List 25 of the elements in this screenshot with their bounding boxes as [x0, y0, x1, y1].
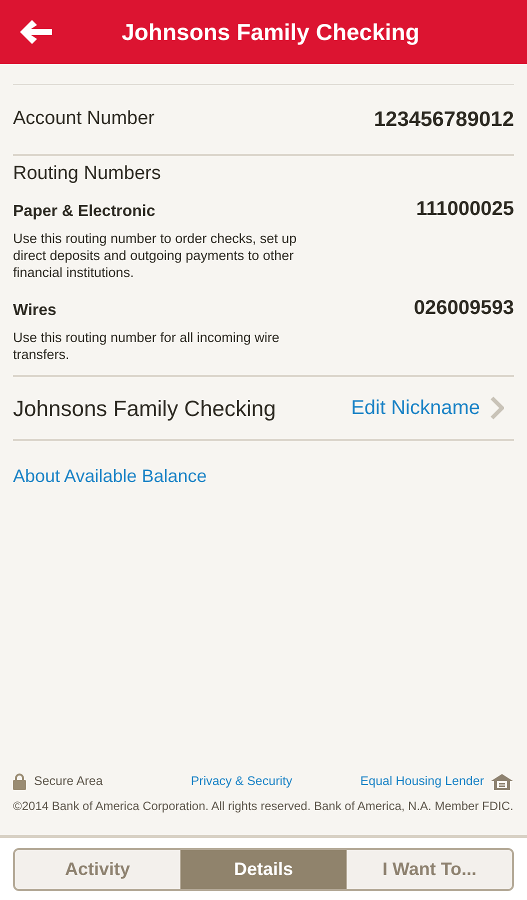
routing-description: Use this routing number for all incoming wire transfers. [13, 329, 280, 363]
routing-type: Wires [13, 301, 56, 321]
routing-numbers-heading: Routing Numbers [13, 162, 162, 186]
back-button[interactable] [18, 18, 54, 46]
routing-description: Use this routing number to order checks, set up direct deposits and outgoing payments to other financial institutions. [13, 230, 298, 281]
copyright-text: ©2014 Bank of America Corporation. All rights reserved. Bank of America, N.A. Member FDIC. [13, 798, 514, 815]
edit-nickname-link[interactable]: Edit Nickname [351, 393, 514, 423]
privacy-security-link[interactable]: Privacy & Security [190, 772, 292, 791]
tab[interactable]: I Want To... [346, 850, 512, 888]
lock-icon [13, 773, 26, 790]
screen-title: Johnsons Family Checking [122, 18, 420, 47]
equal-housing-lender-link[interactable]: Equal Housing Lender [360, 772, 484, 791]
tab[interactable]: Activity [15, 850, 180, 888]
routing-number: 111000025 [416, 197, 514, 222]
routing-number: 026009593 [414, 296, 514, 321]
account-number-label: Account Number [13, 107, 155, 132]
tab[interactable]: Details [180, 850, 346, 888]
secure-area-label: Secure Area [34, 773, 103, 790]
about-available-balance-link[interactable]: About Available Balance [13, 463, 207, 490]
account-nickname: Johnsons Family Checking [13, 394, 276, 423]
chevron-right-icon [490, 396, 504, 420]
house-icon [490, 772, 514, 791]
back-arrow-icon [19, 19, 53, 45]
routing-type: Paper & Electronic [13, 202, 156, 222]
account-number-value: 123456789012 [374, 106, 514, 133]
